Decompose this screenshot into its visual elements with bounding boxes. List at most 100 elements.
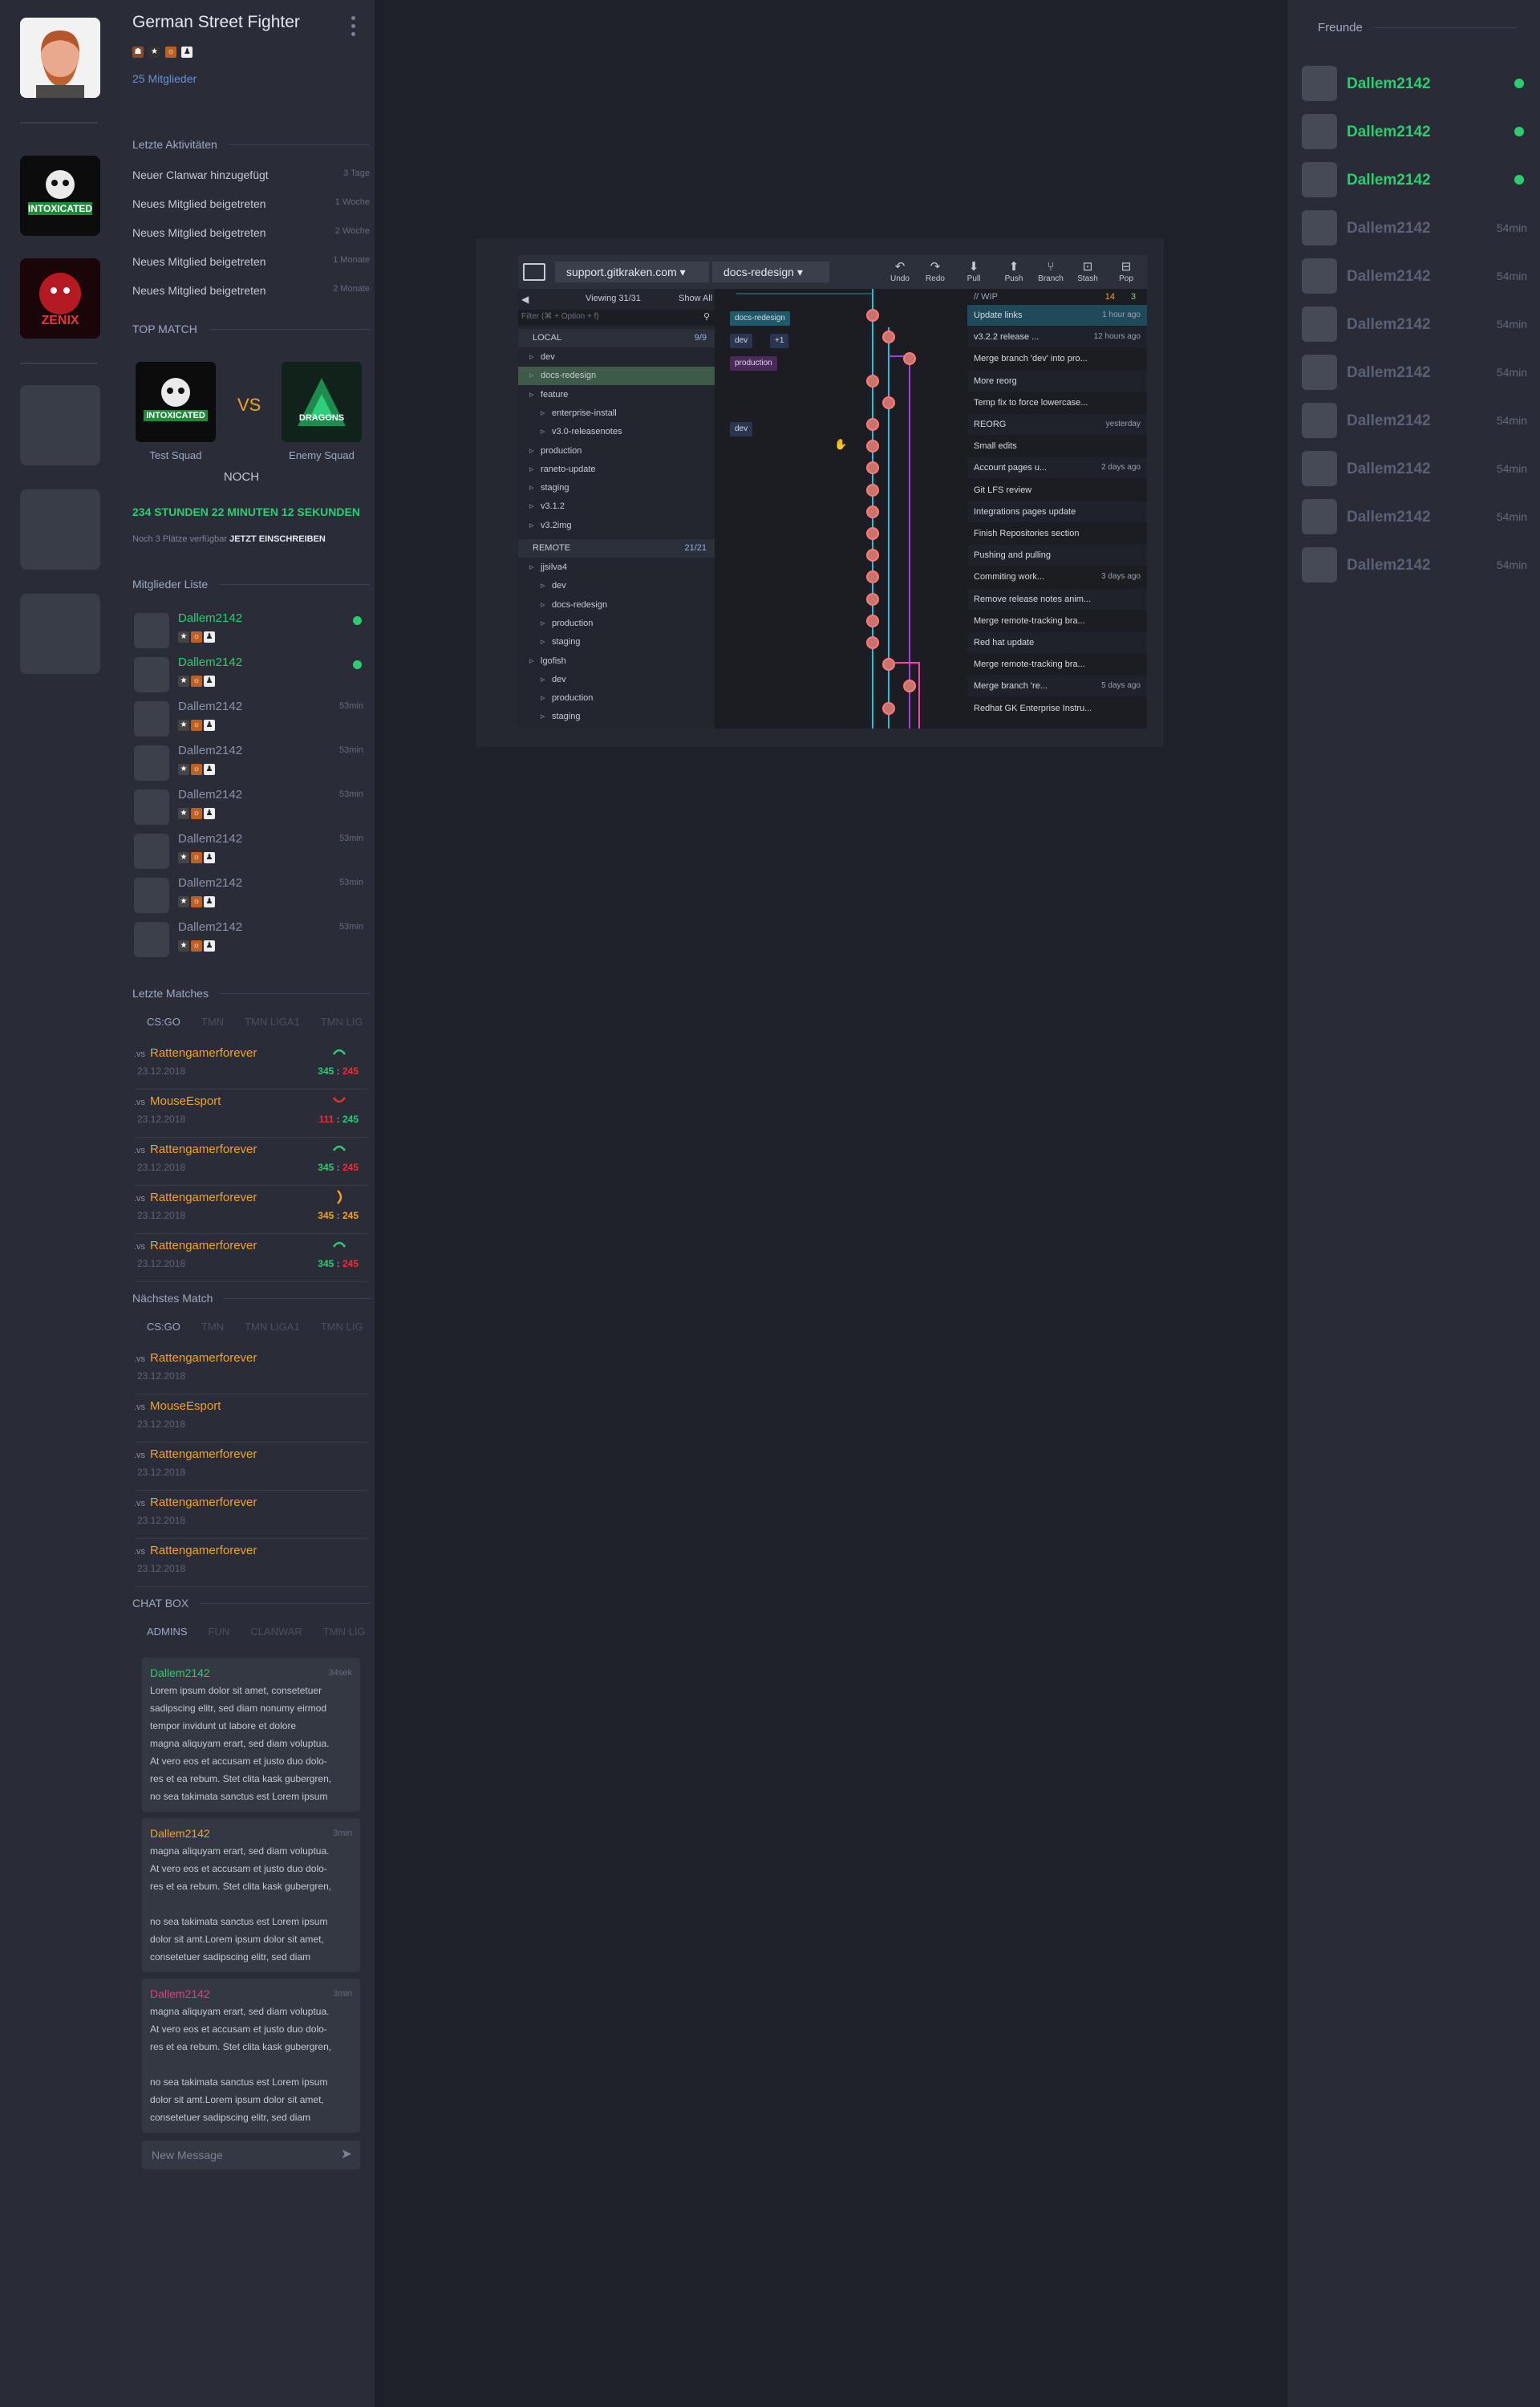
gk-branch-ref[interactable]: dev (730, 422, 753, 436)
gk-commit-row[interactable]: Finish Repositories section (967, 523, 1147, 544)
member-item[interactable]: Dallem2142 53min ★ ☼ ♟ (134, 742, 368, 781)
home-team-logo[interactable]: INTOXICATED (136, 362, 216, 442)
gk-commit-row[interactable]: Merge remote-tracking bra... (967, 654, 1147, 675)
friend-item[interactable]: Dallem2142 (1302, 162, 1532, 197)
gk-commit-avatar[interactable] (866, 636, 879, 649)
gk-commit-row[interactable]: Merge branch 'dev' into pro... (967, 348, 1147, 369)
gk-branch-ref[interactable]: production (730, 356, 777, 371)
friend-avatar[interactable] (1302, 403, 1337, 438)
gk-commit-avatar[interactable] (866, 527, 879, 540)
friend-item[interactable]: Dallem2142 54min (1302, 403, 1532, 438)
friend-avatar[interactable] (1302, 210, 1337, 246)
gk-local-branch[interactable]: ▹ production (518, 442, 715, 461)
gk-undo-button[interactable]: ↶ Undo (884, 260, 916, 283)
gk-remote-branch[interactable]: ▹ production (518, 689, 715, 708)
gk-commit-avatar[interactable] (866, 309, 879, 322)
gk-local-branch[interactable]: ▹ enterprise-install (518, 404, 715, 423)
gk-filter-input[interactable]: Filter (⌘ + Option + f) ⚲ (518, 310, 715, 326)
chat-tab[interactable]: CLANWAR (250, 1626, 302, 1638)
next-match-item[interactable]: .vs Rattengamerforever 23.12.2018 (134, 1494, 368, 1539)
next-match-tab[interactable]: CS:GO (132, 1321, 180, 1333)
gk-branch-crumb[interactable]: docs-redesign ▾ (712, 262, 829, 282)
friend-item[interactable]: Dallem2142 54min (1302, 258, 1532, 294)
gk-commit-row[interactable]: Redhat GK Enterprise Instru... (967, 698, 1147, 719)
message-input[interactable]: New Message ➤ (142, 2141, 360, 2170)
member-item[interactable]: Dallem2142 53min ★ ☼ ♟ (134, 698, 368, 737)
profile-avatar[interactable] (20, 18, 100, 98)
member-item[interactable]: Dallem2142 ★ ☼ ♟ (134, 610, 368, 648)
member-avatar[interactable] (134, 657, 169, 692)
member-avatar[interactable] (134, 922, 169, 957)
gk-local-header[interactable]: LOCAL 9/9 (518, 329, 715, 347)
next-match-item[interactable]: .vs Rattengamerforever 23.12.2018 (134, 1350, 368, 1394)
member-item[interactable]: Dallem2142 ★ ☼ ♟ (134, 654, 368, 692)
gk-local-branch[interactable]: ▹ v3.0-releasenotes (518, 423, 715, 441)
gk-commit-avatar[interactable] (882, 396, 895, 409)
gk-redo-button[interactable]: ↷ Redo (919, 260, 951, 283)
last-match-item[interactable]: .vs Rattengamerforever 23.12.2018 345 : 245 (134, 1189, 368, 1234)
friend-item[interactable]: Dallem2142 54min (1302, 355, 1532, 390)
gk-remote-branch[interactable]: ▹ dev (518, 577, 715, 595)
gk-repo-crumb[interactable]: support.gitkraken.com ▾ (555, 262, 709, 282)
friend-avatar[interactable] (1302, 355, 1337, 390)
gk-stash-button[interactable]: ⊡ Stash (1072, 260, 1104, 283)
gk-local-branch[interactable]: ▹ staging (518, 479, 715, 497)
friend-item[interactable]: Dallem2142 (1302, 114, 1532, 149)
friend-item[interactable]: Dallem2142 54min (1302, 210, 1532, 246)
clan-intoxicated-logo[interactable]: INTOXICATED (20, 156, 100, 236)
gk-commit-avatar[interactable] (866, 505, 879, 518)
rail-placeholder-tile[interactable] (20, 489, 100, 570)
gk-commit-row[interactable]: Git LFS review (967, 480, 1147, 501)
gk-local-branch[interactable]: ▹ v3.2img (518, 517, 715, 535)
gk-commit-avatar[interactable] (866, 418, 879, 431)
gk-local-branch[interactable]: ▹ raneto-update (518, 461, 715, 479)
member-item[interactable]: Dallem2142 53min ★ ☼ ♟ (134, 875, 368, 913)
friend-item[interactable]: Dallem2142 54min (1302, 499, 1532, 534)
last-matches-tab[interactable]: TMN (201, 1016, 224, 1028)
gk-pull-button[interactable]: ⬇ Pull (958, 260, 990, 283)
gk-commit-row[interactable]: Temp fix to force lowercase... (967, 392, 1147, 413)
gk-commit-row[interactable]: Merge branch 're... 5 days ago (967, 676, 1147, 697)
gk-branch-button[interactable]: ⑂ Branch (1035, 260, 1067, 283)
gk-commit-row[interactable]: Account pages u... 2 days ago (967, 457, 1147, 479)
next-match-item[interactable]: .vs Rattengamerforever 23.12.2018 (134, 1542, 368, 1587)
gk-commit-row[interactable]: v3.2.2 release ... 12 hours ago (967, 327, 1147, 348)
chat-tab[interactable]: FUN (209, 1626, 230, 1638)
gk-remote-branch[interactable]: ▹ staging (518, 633, 715, 651)
member-item[interactable]: Dallem2142 53min ★ ☼ ♟ (134, 919, 368, 957)
away-team-logo[interactable]: DRAGONS (282, 362, 362, 442)
signup-link[interactable]: JETZT EINSCHREIBEN (229, 534, 326, 544)
rail-placeholder-tile[interactable] (20, 385, 100, 465)
gk-remote-branch[interactable]: ▹ dev (518, 671, 715, 689)
gk-local-branch[interactable]: ▹ docs-redesign (518, 367, 715, 386)
friend-item[interactable]: Dallem2142 54min (1302, 451, 1532, 486)
friend-avatar[interactable] (1302, 547, 1337, 582)
gk-commit-avatar[interactable] (866, 592, 879, 606)
gk-back-icon[interactable]: ◀ (521, 294, 529, 305)
gk-local-branch[interactable]: ▹ dev (518, 348, 715, 367)
gk-commit-row[interactable]: Update links 1 hour ago (967, 305, 1147, 326)
last-match-item[interactable]: .vs Rattengamerforever 23.12.2018 345 : 245 (134, 1141, 368, 1186)
member-avatar[interactable] (134, 745, 169, 781)
gk-commit-row[interactable]: Red hat update (967, 632, 1147, 653)
friend-avatar[interactable] (1302, 451, 1337, 486)
folder-icon[interactable] (523, 263, 545, 281)
gk-remote-header[interactable]: REMOTE 21/21 (518, 539, 715, 558)
friend-avatar[interactable] (1302, 66, 1337, 101)
last-match-item[interactable]: .vs Rattengamerforever 23.12.2018 345 : 245 (134, 1237, 368, 1282)
gk-commit-avatar[interactable] (866, 483, 879, 497)
friend-avatar[interactable] (1302, 258, 1337, 294)
send-icon[interactable]: ➤ (341, 2146, 352, 2162)
friend-item[interactable]: Dallem2142 (1302, 66, 1532, 101)
gk-remote-branch[interactable]: ▹ jjsilva4 (518, 558, 715, 577)
rail-placeholder-tile[interactable] (20, 594, 100, 674)
gk-wip-row[interactable]: // WIP 14 3 (967, 289, 1147, 305)
last-match-item[interactable]: .vs Rattengamerforever 23.12.2018 345 : 245 (134, 1045, 368, 1090)
friend-avatar[interactable] (1302, 162, 1337, 197)
friend-avatar[interactable] (1302, 499, 1337, 534)
gk-commit-avatar[interactable] (866, 614, 879, 627)
member-avatar[interactable] (134, 878, 169, 913)
friend-item[interactable]: Dallem2142 54min (1302, 547, 1532, 582)
gk-local-branch[interactable]: ▹ v3.1.2 (518, 497, 715, 516)
last-match-item[interactable]: .vs MouseEsport 23.12.2018 111 : 245 (134, 1093, 368, 1138)
